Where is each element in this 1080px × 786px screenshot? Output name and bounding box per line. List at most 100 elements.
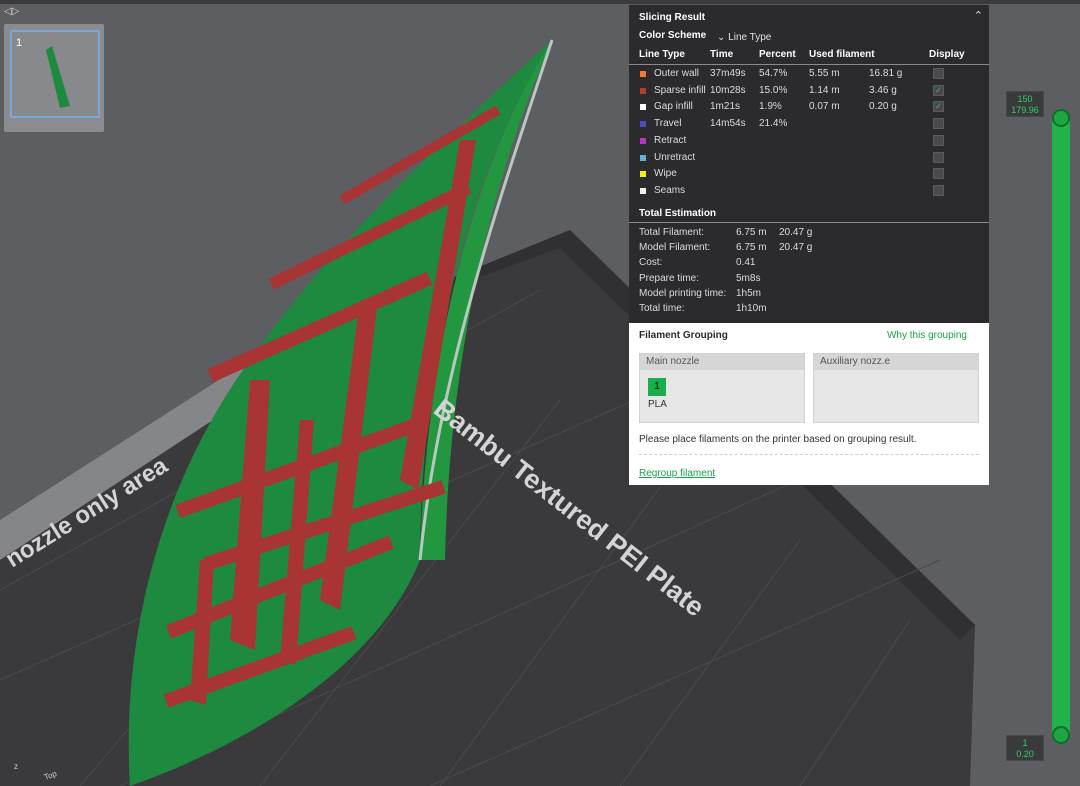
line-type-row: Seams — [629, 183, 989, 199]
line-type-swatch — [640, 154, 646, 161]
line-type-weight: 16.81 g — [869, 68, 903, 79]
header-time: Time — [710, 49, 734, 60]
estimation-row: Total Filament: 6.75 m 20.47 g — [629, 226, 989, 241]
collapse-icon[interactable]: ⌃ — [974, 9, 983, 22]
filament-grouping-panel: Filament Grouping Why this grouping Main… — [629, 323, 989, 485]
display-checkbox[interactable]: ✓ — [933, 101, 944, 113]
display-checkbox[interactable] — [933, 151, 944, 163]
line-type-name: Travel — [654, 118, 682, 130]
line-type-swatch — [640, 171, 646, 178]
slicing-result-panel: Slicing Result ⌃ Color Scheme ⌄ Line Typ… — [629, 5, 989, 323]
estimation-row: Model Filament: 6.75 m 20.47 g — [629, 241, 989, 256]
bottom-layer-number: 1 — [1022, 738, 1028, 748]
estimation-row: Prepare time: 5m8s — [629, 272, 989, 287]
estimation-value: 6.75 m — [736, 242, 767, 254]
estimation-value: 5m8s — [736, 272, 761, 284]
line-type-swatch — [640, 71, 646, 77]
total-estimation-title: Total Estimation — [639, 208, 717, 219]
line-type-weight: 0.20 g — [869, 101, 897, 113]
estimation-label: Prepare time: — [639, 272, 700, 284]
plate-thumbnail-panel[interactable]: 1 — [4, 24, 104, 132]
line-type-weight: 3.46 g — [869, 84, 897, 96]
auxiliary-nozzle-header: Auxiliary nozz.e — [814, 354, 978, 370]
line-type-swatch — [640, 121, 646, 128]
collapse-toggle-icon[interactable]: ◁▷ — [4, 6, 19, 17]
layer-slider-top-handle[interactable] — [1052, 109, 1070, 127]
layer-slider-top-label: 150 179.96 — [1006, 91, 1044, 117]
line-type-swatch — [640, 87, 646, 94]
line-type-swatch — [640, 137, 646, 144]
axis-z-label: z — [14, 762, 18, 771]
line-type-row: Outer wall 37m49s 54.7% 5.55 m 16.81 g — [629, 66, 989, 82]
line-type-swatch — [640, 187, 646, 194]
estimation-label: Total Filament: — [639, 227, 705, 238]
bottom-layer-height: 0.20 — [1016, 749, 1034, 759]
estimation-label: Model Filament: — [639, 242, 711, 254]
line-type-length: 0.07 m — [809, 101, 840, 113]
line-type-row: Wipe — [629, 166, 989, 182]
regroup-filament-link[interactable]: Regroup filament — [639, 468, 715, 479]
estimation-value: 1h5m — [736, 287, 762, 299]
estimation-label: Total time: — [639, 303, 685, 314]
filament-grouping-title: Filament Grouping — [639, 330, 728, 341]
grouping-note: Please place filaments on the printer ba… — [639, 434, 917, 445]
thumbnail-model-icon — [46, 46, 70, 108]
estimation-label: Cost: — [639, 257, 663, 269]
header-divider — [629, 64, 989, 65]
line-type-name: Outer wall — [654, 68, 700, 79]
line-type-name: Gap infill — [654, 101, 693, 113]
display-checkbox[interactable] — [933, 168, 944, 180]
auxiliary-nozzle-box[interactable]: Auxiliary nozz.e — [813, 353, 979, 423]
line-type-time: 1m21s — [710, 101, 741, 113]
grouping-divider — [639, 454, 979, 455]
estimation-value: 0.41 — [736, 257, 756, 269]
line-type-time: 10m28s — [710, 84, 746, 96]
layer-slider-bottom-handle[interactable] — [1052, 726, 1070, 744]
plate-thumbnail[interactable] — [10, 30, 100, 118]
line-type-row: Gap infill 1m21s 1.9% 0.07 m 0.20 g ✓ — [629, 99, 989, 115]
line-type-name: Unretract — [654, 151, 696, 163]
line-type-swatch — [640, 104, 646, 111]
line-type-time: 37m49s — [710, 68, 746, 79]
line-type-length: 5.55 m — [809, 68, 840, 79]
line-type-name: Wipe — [654, 168, 677, 180]
filament-type-label: PLA — [648, 399, 667, 410]
main-nozzle-header: Main nozzle — [640, 354, 804, 370]
estimation-label: Model printing time: — [639, 287, 727, 299]
plate-number: 1 — [16, 37, 23, 49]
color-scheme-dropdown[interactable]: ⌄ Line Type — [717, 32, 771, 43]
color-scheme-label: Color Scheme — [639, 30, 707, 41]
display-checkbox[interactable]: ✓ — [933, 84, 944, 96]
estimation-value-2: 20.47 g — [779, 242, 813, 254]
line-type-row: Sparse infill 10m28s 15.0% 1.14 m 3.46 g ✓ — [629, 83, 989, 99]
slicing-result-title: Slicing Result — [639, 12, 706, 23]
header-used-filament: Used filament — [809, 49, 875, 60]
estimation-value: 6.75 m — [736, 227, 767, 238]
estimation-row: Cost: 0.41 — [629, 256, 989, 271]
line-type-row: Unretract — [629, 150, 989, 166]
estimation-value: 1h10m — [736, 303, 767, 314]
estimation-row: Total time: 1h10m — [629, 302, 989, 317]
line-type-time: 14m54s — [710, 118, 746, 130]
layer-slider-bottom-label: 1 0.20 — [1006, 735, 1044, 761]
line-type-row: Retract — [629, 133, 989, 149]
line-type-name: Seams — [654, 184, 686, 196]
display-checkbox[interactable] — [933, 118, 944, 130]
header-line-type: Line Type — [639, 49, 685, 60]
line-type-row: Travel 14m54s 21.4% — [629, 116, 989, 132]
filament-chip[interactable]: 1 — [648, 378, 666, 396]
line-type-percent: 15.0% — [759, 84, 788, 96]
main-nozzle-label: Main nozzle — [646, 356, 700, 367]
top-layer-number: 150 — [1017, 94, 1033, 104]
top-layer-height: 179.96 — [1011, 105, 1039, 115]
why-grouping-link[interactable]: Why this grouping — [887, 330, 967, 341]
display-checkbox[interactable] — [933, 134, 944, 146]
line-type-percent: 1.9% — [759, 101, 782, 113]
line-type-length: 1.14 m — [809, 84, 840, 96]
header-percent: Percent — [759, 49, 796, 60]
display-checkbox[interactable] — [933, 184, 944, 196]
top-strip — [0, 0, 1080, 4]
main-nozzle-box[interactable]: Main nozzle 1 PLA — [639, 353, 805, 423]
display-checkbox[interactable] — [933, 68, 944, 79]
layer-slider-track[interactable] — [1052, 112, 1070, 742]
